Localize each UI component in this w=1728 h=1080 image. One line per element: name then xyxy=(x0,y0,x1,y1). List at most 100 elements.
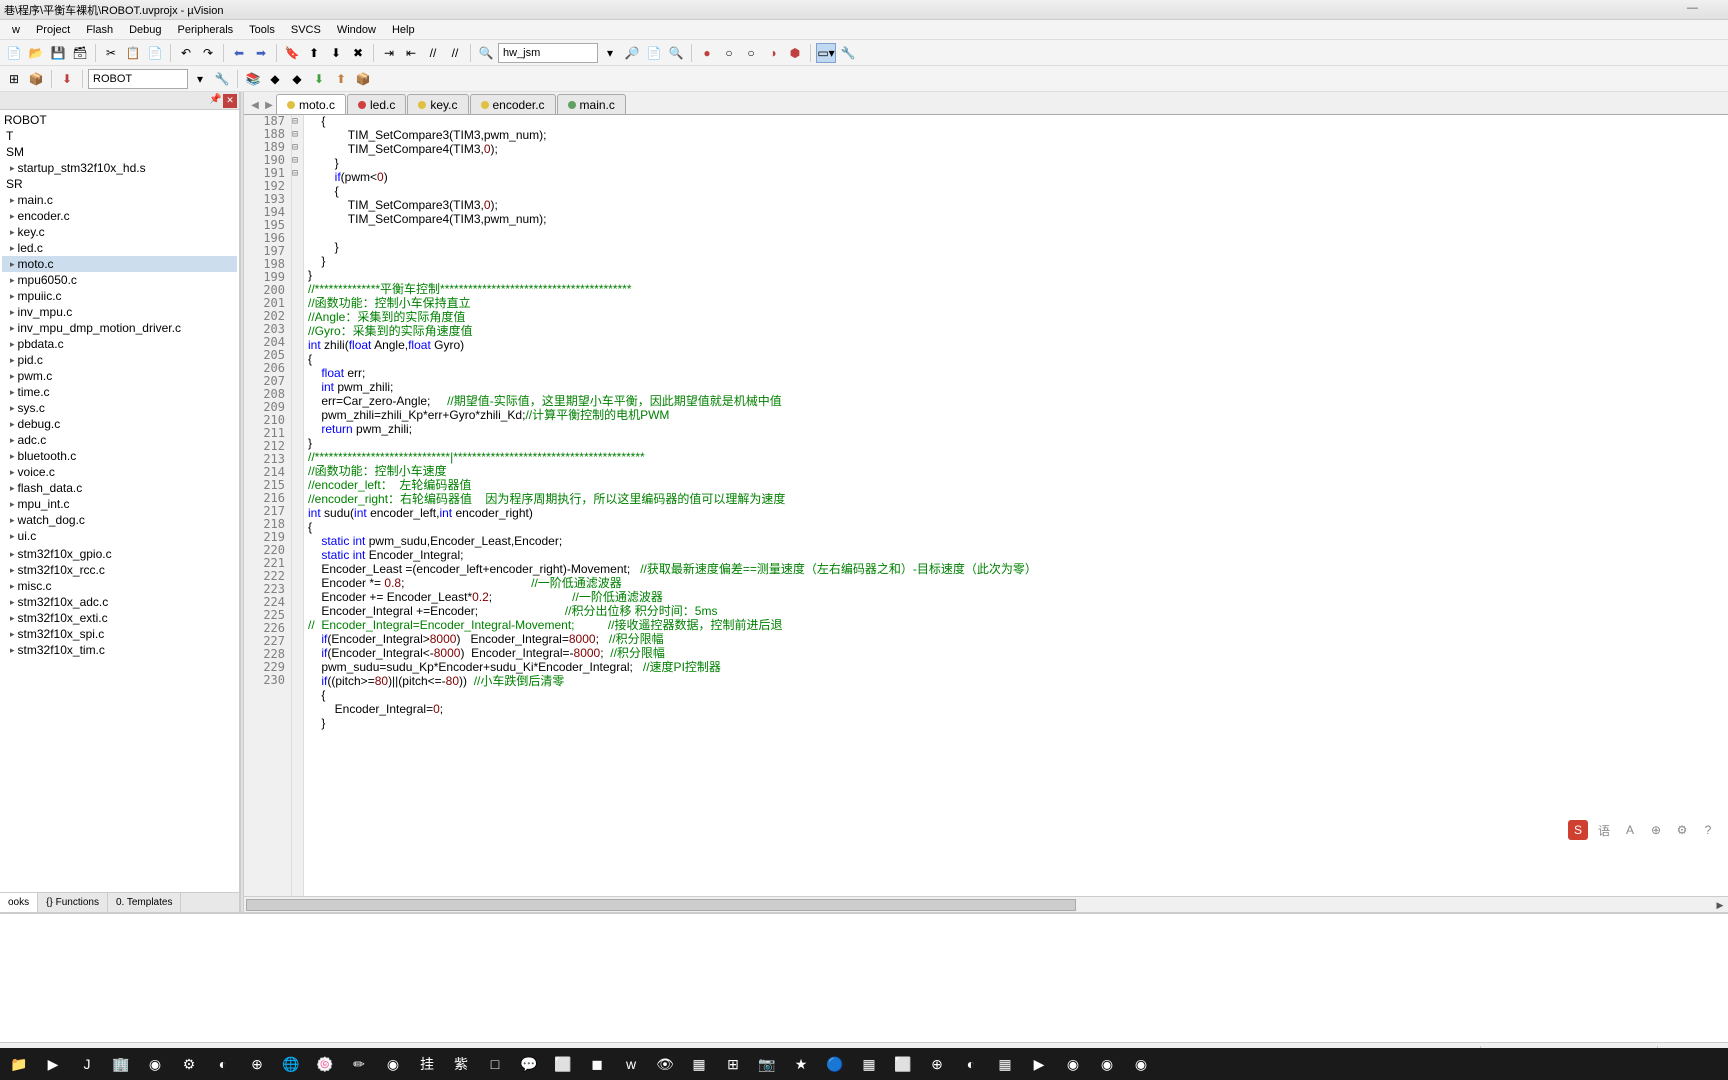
tree-node[interactable]: ▸pbdata.c xyxy=(2,336,237,352)
find-icon[interactable]: 🔍 xyxy=(666,43,686,63)
incremental-find-button[interactable]: 📄 xyxy=(644,43,664,63)
tree-node[interactable]: ▸time.c xyxy=(2,384,237,400)
debug-bp2-button[interactable]: ◑ xyxy=(763,43,783,63)
configure-button[interactable]: 🔧 xyxy=(838,43,858,63)
tree-node[interactable]: ▸moto.c xyxy=(2,256,237,272)
save-all-button[interactable]: 🗃 xyxy=(70,43,90,63)
editor-tab-key-c[interactable]: key.c xyxy=(407,94,468,114)
tree-node[interactable]: ▸bluetooth.c xyxy=(2,448,237,464)
tree-node[interactable]: ▸stm32f10x_adc.c xyxy=(2,594,237,610)
taskbar-app-icon[interactable]: ◐ xyxy=(956,1050,986,1078)
tree-node[interactable]: ▸mpu_int.c xyxy=(2,496,237,512)
nav-fwd-button[interactable]: ➡ xyxy=(251,43,271,63)
load-button[interactable]: ⬇ xyxy=(57,69,77,89)
pack-button[interactable]: ⬆ xyxy=(331,69,351,89)
tree-node[interactable]: ▸pwm.c xyxy=(2,368,237,384)
tree-node[interactable]: ▸mpuiic.c xyxy=(2,288,237,304)
taskbar-app-icon[interactable]: 👁 xyxy=(650,1050,680,1078)
tree-node[interactable]: ▸stm32f10x_exti.c xyxy=(2,610,237,626)
tray-icon[interactable]: ? xyxy=(1698,820,1718,840)
fold-gutter[interactable]: ⊟ ⊟ ⊟ ⊟ ⊟ xyxy=(292,115,304,896)
tree-node[interactable]: SM xyxy=(2,144,237,160)
taskbar-app-icon[interactable]: 🔵 xyxy=(820,1050,850,1078)
tree-node[interactable]: ▸inv_mpu.c xyxy=(2,304,237,320)
open-button[interactable]: 📂 xyxy=(26,43,46,63)
taskbar-app-icon[interactable]: ⊞ xyxy=(718,1050,748,1078)
cut-button[interactable]: ✂ xyxy=(101,43,121,63)
find-combo[interactable]: hw_jsm xyxy=(498,43,598,63)
paste-button[interactable]: 📄 xyxy=(145,43,165,63)
tree-node[interactable]: ▸watch_dog.c xyxy=(2,512,237,528)
save-button[interactable]: 💾 xyxy=(48,43,68,63)
new-button[interactable]: 📄 xyxy=(4,43,24,63)
redo-button[interactable]: ↷ xyxy=(198,43,218,63)
editor-tab-main-c[interactable]: main.c xyxy=(557,94,626,114)
taskbar-app-icon[interactable]: ▶ xyxy=(1024,1050,1054,1078)
tree-node[interactable]: ▸debug.c xyxy=(2,416,237,432)
taskbar-app-icon[interactable]: ⬜ xyxy=(888,1050,918,1078)
tray-icon[interactable]: S xyxy=(1568,820,1588,840)
tree-node[interactable]: ▸sys.c xyxy=(2,400,237,416)
debug-stop-button[interactable]: ○ xyxy=(719,43,739,63)
taskbar-app-icon[interactable]: 📷 xyxy=(752,1050,782,1078)
menu-debug[interactable]: Debug xyxy=(121,24,169,36)
taskbar-app-icon[interactable]: J xyxy=(72,1050,102,1078)
editor-tab-led-c[interactable]: led.c xyxy=(347,94,406,114)
taskbar-app-icon[interactable]: 📁 xyxy=(4,1050,34,1078)
code-editor[interactable]: 187 188 189 190 191 192 193 194 195 196 … xyxy=(244,114,1728,896)
bookmark-button[interactable]: 🔖 xyxy=(282,43,302,63)
taskbar-app-icon[interactable]: w xyxy=(616,1050,646,1078)
menu-flash[interactable]: Flash xyxy=(78,24,121,36)
tree-node[interactable]: ▸inv_mpu_dmp_motion_driver.c xyxy=(2,320,237,336)
tree-node[interactable]: ▸stm32f10x_tim.c xyxy=(2,642,237,658)
taskbar-app-icon[interactable]: 紫 xyxy=(446,1050,476,1078)
tree-node[interactable]: ▸adc.c xyxy=(2,432,237,448)
nav-back-button[interactable]: ⬅ xyxy=(229,43,249,63)
tree-node[interactable]: ▸pid.c xyxy=(2,352,237,368)
tab-nav-left[interactable]: ◀ xyxy=(248,96,262,114)
horizontal-scrollbar[interactable]: ◀ ▶ xyxy=(244,896,1728,912)
copy-button[interactable]: 📋 xyxy=(123,43,143,63)
taskbar-app-icon[interactable]: ◉ xyxy=(140,1050,170,1078)
tree-node[interactable]: SR xyxy=(2,176,237,192)
tree-node[interactable]: ▸voice.c xyxy=(2,464,237,480)
manage2-button[interactable]: ◆ xyxy=(265,69,285,89)
tree-node[interactable]: ▸stm32f10x_spi.c xyxy=(2,626,237,642)
tree-node[interactable]: ▸startup_stm32f10x_hd.s xyxy=(2,160,237,176)
download-button[interactable]: ⬇ xyxy=(309,69,329,89)
translate-button[interactable]: ⊞ xyxy=(4,69,24,89)
taskbar-app-icon[interactable]: ◉ xyxy=(1126,1050,1156,1078)
tree-node[interactable]: ▸stm32f10x_rcc.c xyxy=(2,562,237,578)
code-content[interactable]: { TIM_SetCompare3(TIM3,pwm_num); TIM_Set… xyxy=(304,115,1728,896)
tree-node[interactable]: ▸stm32f10x_gpio.c xyxy=(2,546,237,562)
tree-node[interactable]: ▸misc.c xyxy=(2,578,237,594)
find-button[interactable]: 🔍 xyxy=(476,43,496,63)
tree-node[interactable]: ▸mpu6050.c xyxy=(2,272,237,288)
uncomment-button[interactable]: // xyxy=(445,43,465,63)
project-tree[interactable]: ROBOTTSM▸startup_stm32f10x_hd.sSR▸main.c… xyxy=(0,110,239,892)
taskbar-app-icon[interactable]: ◉ xyxy=(378,1050,408,1078)
pin-icon[interactable]: 📌 xyxy=(209,94,223,108)
scroll-thumb[interactable] xyxy=(246,899,1076,911)
menu-w[interactable]: w xyxy=(4,24,28,36)
tray-icon[interactable]: ⚙ xyxy=(1672,820,1692,840)
tree-node[interactable]: ROBOT xyxy=(2,112,237,128)
tab-nav-right[interactable]: ▶ xyxy=(262,96,276,114)
minimize-button[interactable]: — xyxy=(1687,2,1698,14)
find-dropdown[interactable]: ▾ xyxy=(600,43,620,63)
window-button[interactable]: ▭▾ xyxy=(816,43,836,63)
debug-bp-button[interactable]: ○ xyxy=(741,43,761,63)
build-button[interactable]: 📦 xyxy=(26,69,46,89)
menu-svcs[interactable]: SVCS xyxy=(283,24,329,36)
bookmark-clear-button[interactable]: ✖ xyxy=(348,43,368,63)
sidebar-tab[interactable]: 0. Templates xyxy=(108,893,182,912)
taskbar-app-icon[interactable]: ▶ xyxy=(38,1050,68,1078)
outdent-button[interactable]: ⇤ xyxy=(401,43,421,63)
taskbar-app-icon[interactable]: 🏢 xyxy=(106,1050,136,1078)
scroll-right-icon[interactable]: ▶ xyxy=(1712,897,1728,913)
taskbar-app-icon[interactable]: ★ xyxy=(786,1050,816,1078)
editor-tab-moto-c[interactable]: moto.c xyxy=(276,94,346,114)
taskbar-app-icon[interactable]: 💬 xyxy=(514,1050,544,1078)
pack2-button[interactable]: 📦 xyxy=(353,69,373,89)
menu-project[interactable]: Project xyxy=(28,24,78,36)
